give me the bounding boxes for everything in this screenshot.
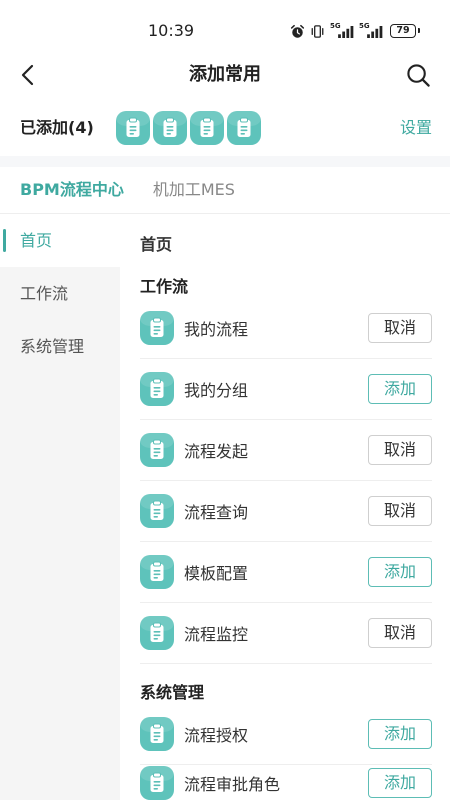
shortcut-label: 我的分组 — [184, 381, 249, 400]
chevron-left-icon — [21, 64, 34, 86]
shortcut-label: 我的流程 — [184, 320, 249, 339]
shortcut-row: 流程发起 取消 — [140, 420, 432, 481]
status-icons: 5G 5G 79 — [290, 22, 420, 40]
shortcut-row: 流程审批角色 添加 — [140, 765, 432, 800]
signal-5g-icon: 5G — [359, 22, 383, 39]
added-shortcut-icons — [116, 111, 261, 145]
toggle-shortcut-button[interactable]: 添加 — [368, 719, 432, 749]
shortcut-row: 我的分组 添加 — [140, 359, 432, 420]
search-button[interactable] — [405, 62, 432, 89]
shortcut-row: 模板配置 添加 — [140, 542, 432, 603]
sidebar-item-label: 系统管理 — [20, 337, 85, 356]
shortcut-list: 首页 工作流 我的流程 取消 我的分组 添加 流程发起 取消 流程查询 取消 模… — [120, 214, 450, 800]
toggle-shortcut-button[interactable]: 取消 — [368, 496, 432, 526]
section-title: 工作流 — [140, 277, 189, 296]
clipboard-icon — [227, 111, 261, 145]
page-title: 添加常用 — [189, 64, 261, 85]
signal-5g-icon: 5G — [330, 22, 354, 39]
clipboard-icon — [140, 555, 174, 589]
shortcut-row: 流程授权 添加 — [140, 704, 432, 765]
toggle-shortcut-button[interactable]: 添加 — [368, 557, 432, 587]
back-button[interactable] — [16, 62, 42, 88]
shortcut-label: 流程发起 — [184, 442, 249, 461]
added-count-label: 已添加(4) — [20, 118, 94, 137]
section-workflow: 工作流 我的流程 取消 我的分组 添加 流程发起 取消 流程查询 取消 模板配置… — [140, 275, 432, 664]
top-bar: 添加常用 — [0, 52, 450, 98]
shortcut-row: 我的流程 取消 — [140, 298, 432, 359]
shortcut-label: 流程审批角色 — [184, 774, 281, 794]
clipboard-icon — [140, 372, 174, 406]
sidebar-item-workflow[interactable]: 工作流 — [0, 267, 120, 320]
sidebar-item-label: 工作流 — [20, 284, 69, 303]
clipboard-icon — [190, 111, 224, 145]
shortcut-row: 流程监控 取消 — [140, 603, 432, 664]
shortcut-label: 模板配置 — [184, 564, 249, 583]
clipboard-icon — [140, 616, 174, 650]
toggle-shortcut-button[interactable]: 添加 — [368, 767, 432, 798]
settings-link[interactable]: 设置 — [400, 106, 432, 150]
section-separator — [0, 156, 450, 167]
shortcut-label: 流程监控 — [184, 625, 249, 644]
alarm-icon — [290, 24, 305, 39]
battery-icon: 79 — [390, 24, 420, 38]
status-bar: 10:39 5G 5G 79 — [0, 0, 450, 52]
sidebar-item-label: 首页 — [20, 231, 53, 250]
sidebar-item-home[interactable]: 首页 — [0, 214, 120, 267]
clipboard-icon — [140, 433, 174, 467]
content-heading: 首页 — [140, 235, 173, 254]
category-tabs: BPM流程中心 机加工MES — [0, 167, 450, 214]
status-time: 10:39 — [148, 21, 195, 40]
clipboard-icon — [153, 111, 187, 145]
toggle-shortcut-button[interactable]: 添加 — [368, 374, 432, 404]
shortcut-label: 流程授权 — [184, 726, 249, 745]
clipboard-icon — [140, 494, 174, 528]
tab-bpm-process-center[interactable]: BPM流程中心 — [20, 167, 124, 213]
section-system-management: 系统管理 流程授权 添加 流程审批角色 添加 — [140, 681, 432, 800]
sidebar: 首页 工作流 系统管理 — [0, 214, 120, 800]
active-indicator — [3, 229, 6, 252]
tab-machining-mes[interactable]: 机加工MES — [153, 167, 235, 213]
added-shortcuts-bar: 已添加(4) 设置 — [0, 106, 450, 150]
clipboard-icon — [140, 717, 174, 751]
battery-level: 79 — [396, 25, 410, 36]
vibrate-icon — [310, 24, 325, 39]
shortcut-label: 流程查询 — [184, 503, 249, 522]
section-title: 系统管理 — [140, 683, 205, 702]
search-icon — [407, 64, 430, 87]
toggle-shortcut-button[interactable]: 取消 — [368, 618, 432, 648]
clipboard-icon — [116, 111, 150, 145]
toggle-shortcut-button[interactable]: 取消 — [368, 435, 432, 465]
clipboard-icon — [140, 311, 174, 345]
clipboard-icon — [140, 766, 174, 800]
sidebar-item-system-management[interactable]: 系统管理 — [0, 320, 120, 373]
shortcut-row: 流程查询 取消 — [140, 481, 432, 542]
toggle-shortcut-button[interactable]: 取消 — [368, 313, 432, 343]
